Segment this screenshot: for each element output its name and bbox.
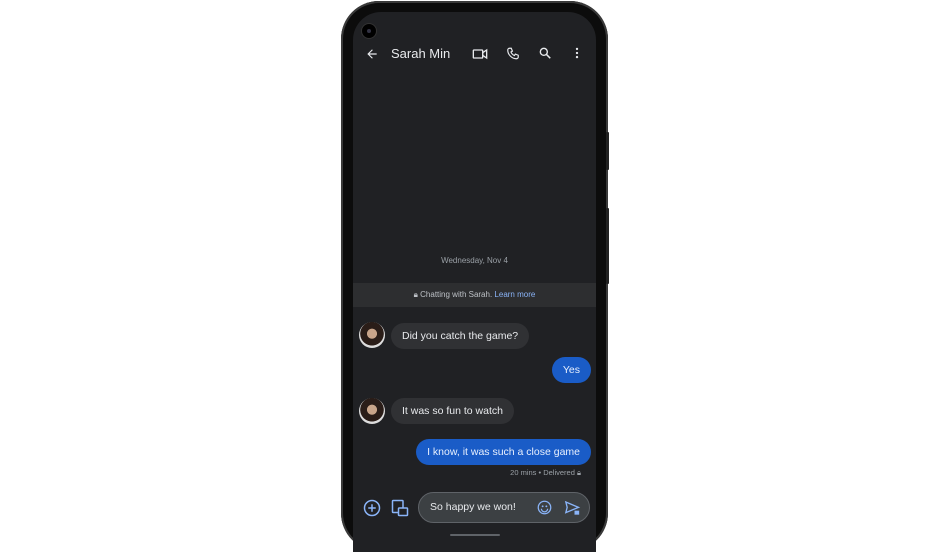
add-icon[interactable] <box>363 499 381 517</box>
banner-text: Chatting with Sarah. <box>420 290 493 299</box>
phone-icon[interactable] <box>506 46 520 61</box>
video-call-icon[interactable] <box>472 47 488 61</box>
message-input[interactable]: So happy we won! <box>418 492 590 523</box>
send-icon[interactable] <box>564 500 581 516</box>
back-arrow-icon[interactable] <box>365 47 379 61</box>
message-received[interactable]: Did you catch the game? <box>391 323 530 349</box>
more-vert-icon[interactable] <box>571 46 583 60</box>
power-button <box>606 132 609 170</box>
search-icon[interactable] <box>538 46 552 60</box>
avatar[interactable] <box>359 322 385 348</box>
lock-icon: 🔒︎ <box>413 290 418 299</box>
message-input-value: So happy we won! <box>430 501 516 513</box>
emoji-icon[interactable] <box>537 500 552 515</box>
learn-more-link[interactable]: Learn more <box>494 290 535 299</box>
gesture-bar[interactable] <box>450 534 500 536</box>
message-sent[interactable]: Yes <box>551 357 591 383</box>
status-text: 20 mins • Delivered <box>510 468 575 477</box>
lock-icon: 🔒︎ <box>577 468 581 477</box>
messages-screen: Sarah Min Wednesday, Nov 4 🔒︎ Chatting w… <box>353 12 596 552</box>
volume-button <box>606 208 609 284</box>
message-status: 20 mins • Delivered 🔒︎ <box>510 468 581 478</box>
message-sent[interactable]: I know, it was such a close game <box>416 439 591 465</box>
avatar[interactable] <box>359 398 385 424</box>
message-received[interactable]: It was so fun to watch <box>391 398 514 424</box>
camera-icon <box>361 23 377 39</box>
encryption-banner: 🔒︎ Chatting with Sarah. Learn more <box>353 283 596 307</box>
contact-name: Sarah Min <box>391 46 451 61</box>
date-divider: Wednesday, Nov 4 <box>441 256 508 265</box>
gallery-icon[interactable] <box>391 499 409 517</box>
